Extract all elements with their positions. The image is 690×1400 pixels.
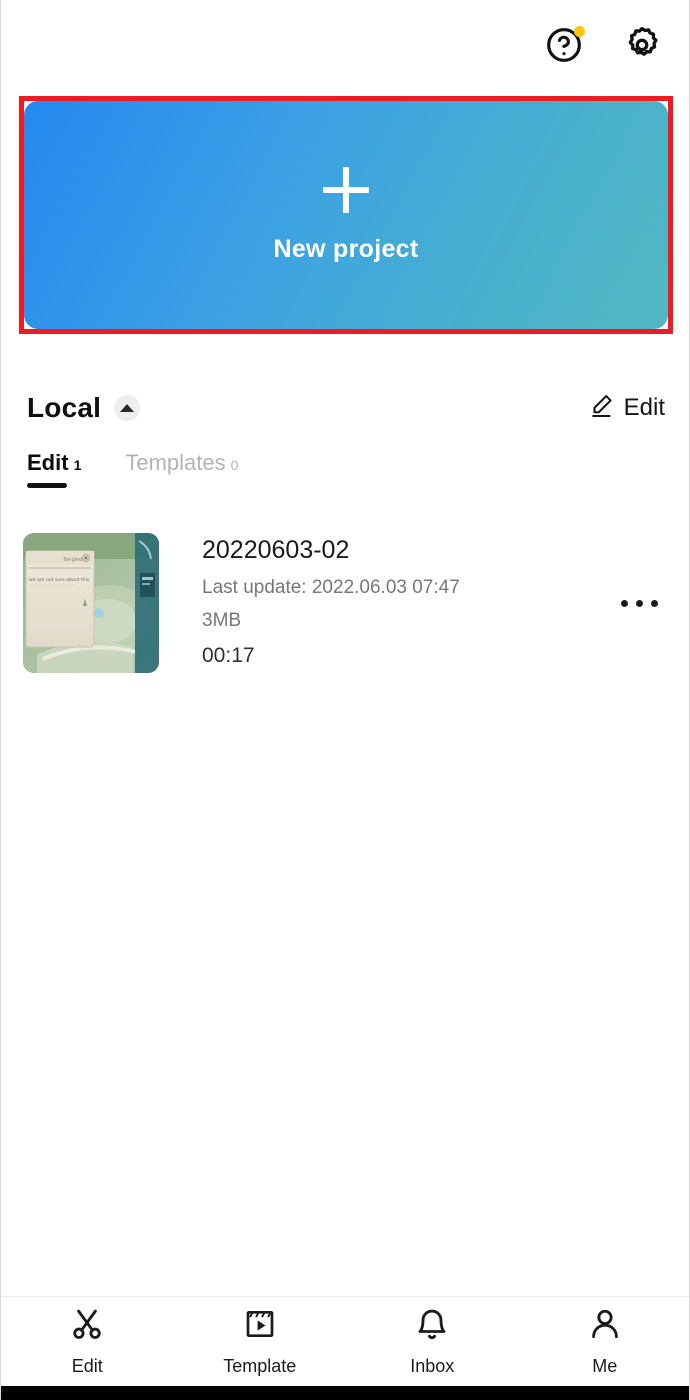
gear-icon: [621, 24, 663, 71]
tab-edit-count: 1: [73, 457, 82, 473]
nav-item-inbox[interactable]: Inbox: [346, 1297, 519, 1386]
project-title: 20220603-02: [202, 536, 350, 564]
app-root: New project Local Edit Edit 1 Templates …: [0, 0, 690, 1400]
bell-icon: [414, 1306, 450, 1347]
bottom-navigation: Edit Template Inbox Me: [1, 1297, 690, 1386]
local-title: Local: [27, 392, 102, 423]
project-duration: 00:17: [202, 643, 255, 667]
project-list-item[interactable]: Tangled we are not sure about this 20220…: [23, 533, 669, 673]
svg-text:Tangled: Tangled: [62, 557, 82, 563]
tab-templates-label: Templates: [125, 450, 226, 475]
project-size: 3MB: [202, 609, 242, 631]
project-more-button[interactable]: [609, 533, 669, 673]
nav-item-me[interactable]: Me: [519, 1297, 690, 1386]
settings-button[interactable]: [619, 25, 665, 71]
help-notification-dot: [574, 25, 585, 37]
more-horizontal-icon-dot3: [650, 599, 658, 607]
new-project-highlight-border: New project: [19, 96, 673, 334]
edit-list-button[interactable]: Edit: [588, 392, 665, 424]
scissors-icon: [69, 1306, 105, 1347]
nav-item-template[interactable]: Template: [174, 1297, 347, 1386]
local-collapse-button[interactable]: [114, 395, 141, 421]
new-project-button[interactable]: New project: [24, 101, 668, 329]
project-thumbnail[interactable]: Tangled we are not sure about this: [23, 533, 159, 673]
project-info: 20220603-02 Last update: 2022.06.03 07:4…: [202, 533, 609, 667]
thumbnail-image: Tangled we are not sure about this: [23, 533, 159, 673]
edit-list-label: Edit: [623, 394, 665, 421]
nav-item-me-label: Me: [592, 1356, 618, 1376]
top-bar: [1, 0, 689, 95]
local-section-header: Local Edit: [27, 384, 665, 432]
more-horizontal-icon-dot2: [635, 599, 643, 607]
person-icon: [587, 1306, 623, 1347]
nav-item-edit-label: Edit: [71, 1356, 103, 1376]
nav-item-edit[interactable]: Edit: [1, 1297, 174, 1386]
chevron-up-icon: [120, 404, 135, 412]
plus-icon: [323, 166, 369, 213]
tab-edit-label: Edit: [27, 450, 69, 475]
tab-templates[interactable]: Templates 0: [125, 450, 238, 488]
local-tabs: Edit 1 Templates 0: [27, 450, 238, 488]
project-last-update: Last update: 2022.06.03 07:47: [202, 576, 460, 598]
more-horizontal-icon: [620, 599, 628, 607]
nav-item-inbox-label: Inbox: [410, 1356, 455, 1376]
svg-text:we are not sure about this: we are not sure about this: [29, 577, 90, 583]
new-project-label: New project: [273, 234, 419, 263]
pencil-icon: [588, 392, 615, 424]
tab-edit[interactable]: Edit 1: [27, 450, 81, 488]
tab-templates-count: 0: [230, 457, 239, 473]
nav-item-template-label: Template: [223, 1356, 297, 1376]
help-button[interactable]: [541, 25, 587, 71]
home-indicator: [1, 1386, 689, 1400]
film-play-icon: [242, 1306, 278, 1347]
